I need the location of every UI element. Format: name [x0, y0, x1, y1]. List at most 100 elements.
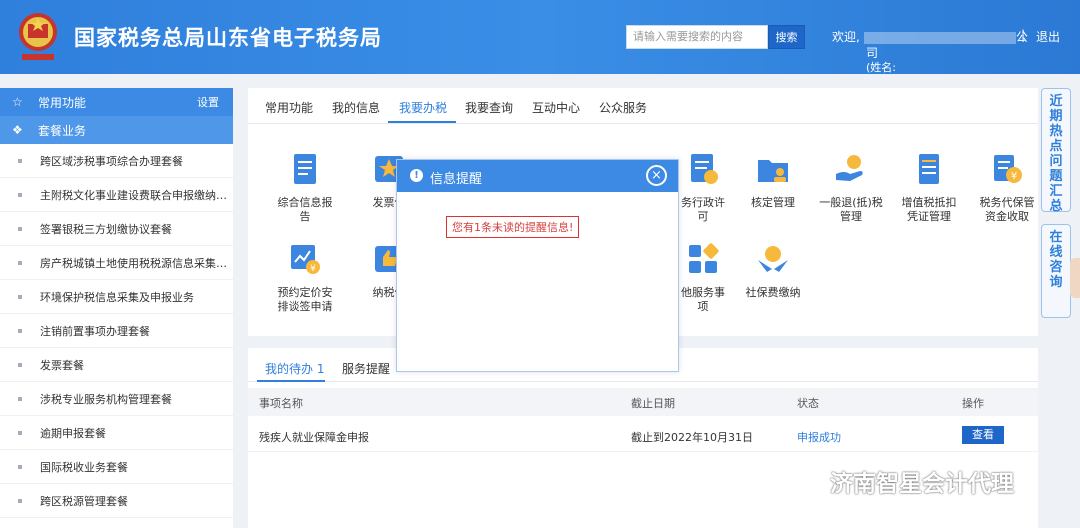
sidebar-item[interactable]: 发票套餐	[0, 348, 233, 382]
tab-my-info[interactable]: 我的信息	[332, 99, 380, 116]
column-header-action: 操作	[962, 397, 984, 410]
welcome-text: 欢迎, 公	[832, 28, 1028, 45]
todo-panel: 我的待办 1 服务提醒 事项名称 截止日期 状态 操作 残疾人就业保障金申报 截…	[248, 348, 1038, 528]
bullet-icon	[18, 362, 22, 367]
sidebar-item[interactable]: 签署银税三方划缴协议套餐	[0, 212, 233, 246]
document-yen-icon: ¥	[994, 155, 1022, 183]
sidebar-item-label: 跨区税源管理套餐	[40, 494, 128, 508]
service-label-line2: 资金收取	[985, 210, 1029, 223]
table-header: 事项名称 截止日期 状态 操作	[248, 388, 1038, 416]
sidebar-item-label: 房产税城镇土地使用税税源信息采集及申报	[40, 256, 230, 270]
grid-apps-icon	[689, 243, 719, 273]
column-header-deadline: 截止日期	[631, 397, 675, 410]
unread-reminder-message[interactable]: 您有1条未读的提醒信息!	[446, 216, 580, 238]
logout-link[interactable]: 退出	[1036, 28, 1060, 45]
sidebar-item-label: 注销前置事项办理套餐	[40, 324, 150, 338]
bullet-icon	[18, 328, 22, 333]
service-label-line2: 排谈签申请	[277, 300, 333, 313]
service-comprehensive-report[interactable]: 综合信息报 告	[268, 152, 342, 224]
tab-tax-handling[interactable]: 我要办税	[399, 99, 447, 116]
bullet-icon	[18, 260, 22, 265]
table-row: 残疾人就业保障金申报 截止到2022年10月31日 申报成功 查看	[248, 418, 1038, 452]
info-reminder-dialog: ! 信息提醒 × 您有1条未读的提醒信息!	[396, 159, 679, 372]
sidebar-item[interactable]: 逾期申报套餐	[0, 416, 233, 450]
hands-globe-icon	[758, 246, 788, 272]
sidebar-package-section[interactable]: ❖ 套餐业务	[0, 116, 233, 144]
sidebar-package-list: 跨区域涉税事项综合办理套餐 主附税文化事业建设费联合申报缴纳套餐 签署银税三方划…	[0, 144, 233, 518]
tab-my-todo[interactable]: 我的待办 1	[265, 360, 324, 377]
bullet-icon	[18, 396, 22, 401]
todo-count-badge: 1	[316, 362, 325, 376]
svg-text:¥: ¥	[310, 264, 316, 274]
search-button[interactable]: 搜索	[768, 25, 805, 49]
sidebar-item[interactable]: 涉税专业服务机构管理套餐	[0, 382, 233, 416]
sidebar-item-label: 发票套餐	[40, 358, 84, 372]
sidebar-item-label: 逾期申报套餐	[40, 426, 106, 440]
service-vat-deduction[interactable]: 增值税抵扣 凭证管理	[892, 152, 966, 224]
service-label: 预约定价安	[277, 286, 333, 299]
service-label: 核定管理	[751, 196, 795, 209]
document-icon	[294, 154, 316, 184]
header-separator: |	[1021, 28, 1026, 42]
todo-item-deadline: 截止到2022年10月31日	[631, 431, 753, 444]
tab-query[interactable]: 我要查询	[465, 99, 513, 116]
bullet-icon	[18, 226, 22, 231]
todo-item-status: 申报成功	[797, 431, 841, 444]
active-tab-indicator	[257, 380, 325, 382]
receipt-icon	[919, 154, 939, 184]
service-fund-custody[interactable]: ¥ 税务代保管 资金收取	[970, 152, 1044, 224]
bullet-icon	[18, 464, 22, 469]
sidebar-item[interactable]: 主附税文化事业建设费联合申报缴纳套餐	[0, 178, 233, 212]
sidebar-item[interactable]: 跨区税源管理套餐	[0, 484, 233, 518]
view-button[interactable]: 查看	[962, 426, 1004, 444]
sidebar-item-label: 涉税专业服务机构管理套餐	[40, 392, 172, 406]
hot-questions-tab[interactable]: 近期热点问题汇总	[1041, 88, 1071, 214]
redacted-company-name	[863, 31, 1016, 44]
tab-common[interactable]: 常用功能	[265, 99, 313, 116]
wechat-icon	[792, 467, 823, 492]
column-header-name: 事项名称	[259, 397, 303, 410]
sidebar-item[interactable]: 注销前置事项办理套餐	[0, 314, 233, 348]
sidebar-item[interactable]: 国际税收业务套餐	[0, 450, 233, 484]
sidebar-item-label: 国际税收业务套餐	[40, 460, 128, 474]
welcome-prefix: 欢迎,	[832, 30, 860, 44]
online-consult-tab[interactable]: 在线咨询	[1041, 224, 1071, 318]
welcome-user-name: (姓名:	[866, 61, 896, 74]
sidebar-item-label: 签署银税三方划缴协议套餐	[40, 222, 172, 236]
sidebar-header-label: 常用功能	[38, 95, 87, 110]
sidebar-item[interactable]: 环境保护税信息采集及申报业务	[0, 280, 233, 314]
dialog-header: ! 信息提醒 ×	[397, 160, 678, 192]
service-label-line2: 告	[299, 210, 311, 223]
column-header-status: 状态	[797, 397, 819, 410]
service-label: 税务代保管	[979, 196, 1035, 209]
tab-service-reminder[interactable]: 服务提醒	[342, 360, 390, 377]
sidebar-item[interactable]: 房产税城镇土地使用税税源信息采集及申报	[0, 246, 233, 280]
service-social-security[interactable]: 社保费缴纳	[736, 242, 810, 300]
watermark-text: 济南智星会计代理	[830, 471, 1014, 497]
service-label: 一般退(抵)税	[819, 196, 883, 209]
service-pricing-agreement[interactable]: ¥ 预约定价安 排谈签申请	[268, 242, 342, 314]
document-check-icon	[691, 154, 718, 184]
tab-interaction[interactable]: 互动中心	[532, 99, 580, 116]
search-input[interactable]: 请输入需要搜索的内容	[626, 25, 768, 49]
sidebar-header-common[interactable]: ☆ 常用功能 设置	[0, 88, 233, 116]
sidebar-settings-link[interactable]: 设置	[197, 94, 219, 110]
sidebar-item[interactable]: 跨区域涉税事项综合办理套餐	[0, 144, 233, 178]
bullet-icon	[18, 430, 22, 435]
svg-text:¥: ¥	[1011, 171, 1017, 182]
bullet-icon	[18, 294, 22, 299]
tab-public-service[interactable]: 公众服务	[599, 99, 647, 116]
online-consult-label: 在线咨询	[1049, 230, 1063, 290]
sidebar-item-label: 环境保护税信息采集及申报业务	[40, 290, 194, 304]
site-title: 国家税务总局山东省电子税务局	[74, 26, 382, 50]
header-bar: 国家税务总局山东省电子税务局 请输入需要搜索的内容 搜索 欢迎, 公 | 退出 司…	[0, 0, 1080, 74]
service-label: 综合信息报	[277, 196, 333, 209]
close-icon[interactable]: ×	[646, 165, 667, 186]
sidebar-sub-label: 套餐业务	[38, 123, 87, 138]
active-tab-indicator	[388, 121, 456, 123]
service-label-line2: 管理	[840, 210, 862, 223]
sidebar: ☆ 常用功能 设置 ❖ 套餐业务 跨区域涉税事项综合办理套餐 主附税文化事业建设…	[0, 88, 233, 528]
assistant-avatar-icon	[1070, 258, 1080, 298]
service-assessment[interactable]: 核定管理	[736, 152, 810, 210]
service-refund[interactable]: 一般退(抵)税 管理	[814, 152, 888, 224]
